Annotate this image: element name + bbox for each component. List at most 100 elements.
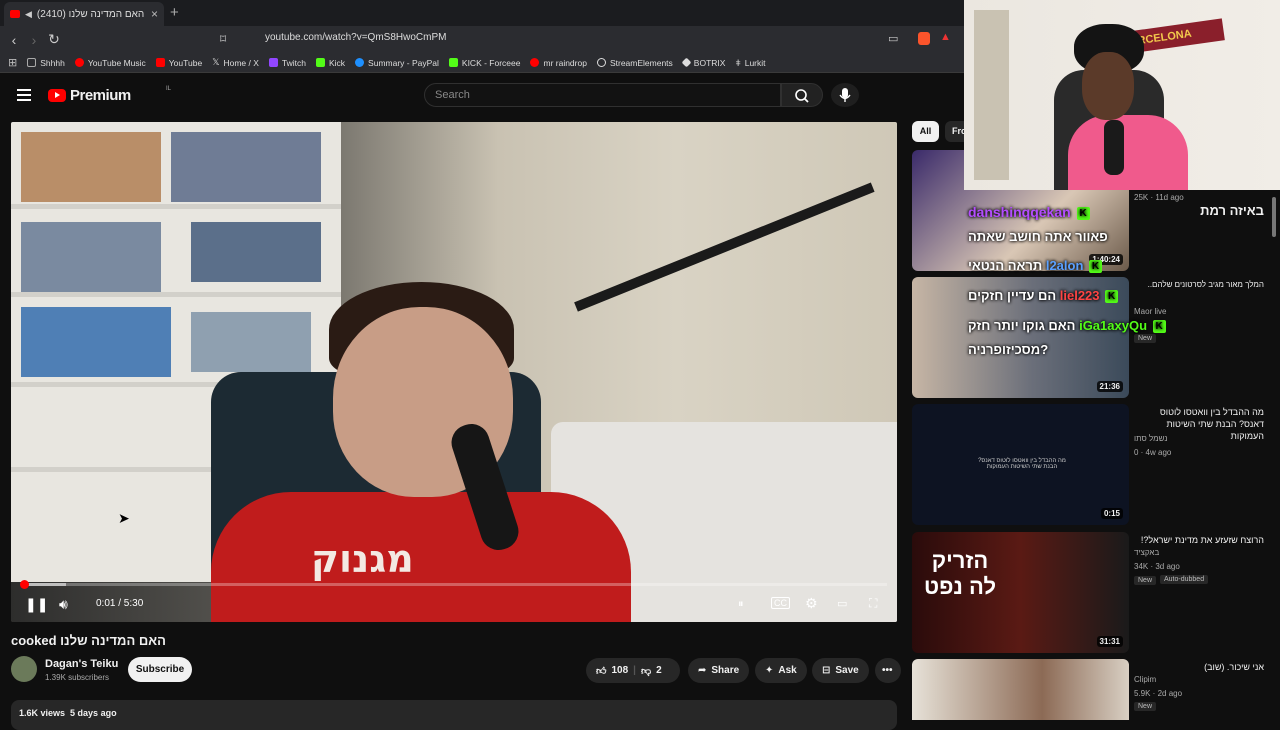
rec-title[interactable]: המלך מאור מגיב לסרטונים שלהם.. bbox=[1134, 279, 1264, 291]
thumbnail-text: מה ההבדל בין וואטסו לוטוס דאנס? הבנת שתי… bbox=[978, 458, 1066, 470]
shirt-text: מגנוק bbox=[311, 537, 414, 581]
rec-title[interactable]: הרוצח שזעזע את מדינת ישראל?! bbox=[1134, 534, 1264, 546]
bookmark-item[interactable]: ǂ Lurkit bbox=[735, 58, 765, 68]
search-input[interactable]: Search bbox=[424, 83, 781, 107]
microphone-icon bbox=[839, 88, 851, 102]
dislike-icon[interactable]: 👎︎ bbox=[641, 665, 651, 677]
bookmark-item[interactable]: mr raindrop bbox=[530, 58, 587, 68]
rec-title[interactable]: באיזה רמת bbox=[1134, 204, 1264, 217]
kick-icon bbox=[315, 58, 325, 67]
filter-chip-all[interactable]: All bbox=[912, 121, 939, 142]
youtube-icon bbox=[155, 58, 165, 67]
rec-thumbnail-5[interactable] bbox=[912, 659, 1129, 720]
kick-badge-icon: K bbox=[1089, 260, 1103, 274]
chat-message: K danshinqqekan bbox=[968, 204, 1090, 220]
rec-thumbnail-4[interactable]: הזריק לה נפט 31:31 bbox=[912, 532, 1129, 653]
theater-mode-icon[interactable]: ▭ bbox=[837, 597, 847, 610]
bookmark-item[interactable]: Summary - PayPal bbox=[355, 58, 439, 68]
pause-button[interactable]: ❚❚ bbox=[25, 596, 48, 613]
rec-title[interactable]: אני שיכור. (שוב) bbox=[1134, 661, 1264, 673]
new-badge: New bbox=[1134, 576, 1157, 585]
rec-channel[interactable]: נשמל סתו bbox=[1134, 434, 1167, 443]
rec-thumbnail-3[interactable]: מה ההבדל בין וואטסו לוטוס דאנס? הבנת שתי… bbox=[912, 404, 1129, 525]
like-count[interactable]: 108 bbox=[611, 665, 628, 676]
browser-tab[interactable]: ◀ (2410) האם המדינה שלנו cooked - YouTub… bbox=[4, 2, 164, 26]
kick-icon bbox=[448, 58, 458, 67]
bookmark-item[interactable]: StreamElements bbox=[596, 58, 673, 68]
duration-badge: 31:31 bbox=[1096, 636, 1123, 647]
progress-scrubber[interactable] bbox=[20, 580, 29, 589]
folder-icon bbox=[27, 58, 37, 67]
bookmark-item[interactable]: 𝕏 Home / X bbox=[212, 57, 259, 68]
reload-icon[interactable]: ↻ bbox=[44, 31, 64, 48]
search-icon bbox=[795, 89, 809, 103]
mouse-cursor-icon: ➤ bbox=[118, 510, 130, 526]
fullscreen-icon[interactable]: ⛶ bbox=[869, 596, 877, 611]
more-actions-button[interactable]: ••• bbox=[875, 658, 901, 683]
captions-icon[interactable]: CC bbox=[771, 597, 790, 609]
bookmark-item[interactable]: Twitch bbox=[268, 58, 306, 68]
streamer-face bbox=[1082, 52, 1134, 120]
channel-name[interactable]: Dagan's Teiku bbox=[45, 658, 118, 670]
new-tab-icon[interactable]: + bbox=[170, 4, 179, 21]
bookmark-item[interactable]: Kick bbox=[315, 58, 345, 68]
save-button[interactable]: ⊟ Save bbox=[812, 658, 869, 683]
bookmark-icon[interactable]: ⌑ bbox=[220, 32, 226, 46]
sparkle-icon: ✦ bbox=[765, 665, 774, 676]
chat-message: ?מסכיזופרניה bbox=[968, 342, 1049, 357]
logo-text: Premium bbox=[70, 87, 131, 104]
settings-icon[interactable]: ⚙︎ bbox=[805, 595, 818, 612]
rec-channel[interactable]: Clipim bbox=[1134, 675, 1156, 684]
bookmark-item[interactable]: BOTRIX bbox=[681, 57, 725, 68]
video-player[interactable]: מגנוק ❚❚ 🔊︎ 0:01 / 5:30 ⏸︎ CC ⚙︎ ▭ ⛶ ➤ bbox=[11, 122, 897, 622]
lurkit-icon: ǂ bbox=[735, 57, 741, 68]
dislike-count[interactable]: 2 bbox=[656, 665, 662, 676]
youtube-premium-logo[interactable]: Premium IL bbox=[48, 86, 171, 104]
rewards-icon[interactable]: ▲ bbox=[940, 31, 951, 43]
close-tab-icon[interactable]: × bbox=[151, 7, 158, 21]
view-count: 1.6K views bbox=[19, 708, 66, 718]
description-box[interactable]: 1.6K views 5 days ago bbox=[11, 700, 897, 730]
subscriber-count: 1.39K subscribers bbox=[45, 673, 110, 682]
rec-channel[interactable]: באקציד bbox=[1134, 548, 1159, 557]
channel-avatar[interactable] bbox=[11, 656, 37, 682]
rec-channel[interactable]: Maor live bbox=[1134, 307, 1166, 316]
more-icon: ••• bbox=[882, 665, 893, 676]
time-display: 0:01 / 5:30 bbox=[96, 598, 144, 609]
new-badge: New bbox=[1134, 702, 1157, 711]
bookmark-item[interactable]: YouTube Music bbox=[74, 58, 146, 68]
cast-icon[interactable]: ▭ bbox=[888, 32, 898, 45]
cam-microphone bbox=[1104, 120, 1124, 175]
volume-icon[interactable]: 🔊︎ bbox=[59, 596, 68, 613]
hamburger-menu-icon[interactable] bbox=[17, 89, 31, 101]
speaker-icon[interactable]: ◀ bbox=[25, 9, 32, 20]
url-field[interactable]: youtube.com/watch?v=QmS8HwoCmPM bbox=[265, 32, 446, 43]
upload-age: 5 days ago bbox=[70, 708, 117, 718]
rec-meta: 25K · 11d ago bbox=[1134, 193, 1184, 202]
logo-region: IL bbox=[166, 86, 172, 92]
bookmark-item[interactable]: Shhhh bbox=[27, 58, 65, 68]
red-shirt bbox=[211, 492, 631, 622]
kick-badge-icon: K bbox=[1076, 206, 1090, 220]
bookmark-add-icon: ⊟ bbox=[822, 665, 831, 676]
search-button[interactable] bbox=[781, 83, 823, 107]
bookmark-item[interactable]: YouTube bbox=[155, 58, 202, 68]
bookmark-item[interactable]: KICK - Forceee bbox=[448, 58, 520, 68]
ask-button[interactable]: ✦ Ask bbox=[755, 658, 807, 683]
subscribe-button[interactable]: Subscribe bbox=[128, 657, 192, 682]
voice-search-button[interactable] bbox=[831, 83, 859, 107]
apps-icon[interactable]: ⊞ bbox=[8, 56, 17, 69]
brave-shield-icon[interactable] bbox=[918, 32, 930, 45]
share-button[interactable]: ➦ Share bbox=[688, 658, 750, 683]
kick-badge-icon: K bbox=[1152, 320, 1166, 334]
chat-message: K liel223 הם עדיין חזקים bbox=[968, 288, 1119, 304]
new-badge: New bbox=[1134, 334, 1157, 343]
scrollbar-thumb[interactable] bbox=[1272, 197, 1276, 237]
pause-toggle-icon[interactable]: ⏸︎ bbox=[738, 598, 744, 611]
forward-icon[interactable]: › bbox=[24, 32, 44, 48]
botrix-icon bbox=[681, 57, 692, 68]
like-icon[interactable]: 👍︎ bbox=[596, 665, 606, 677]
progress-bar[interactable] bbox=[21, 583, 887, 586]
chat-message: K iGa1axyQu האם גוקו יותר חזק bbox=[968, 318, 1166, 334]
back-icon[interactable]: ‹ bbox=[4, 32, 24, 48]
